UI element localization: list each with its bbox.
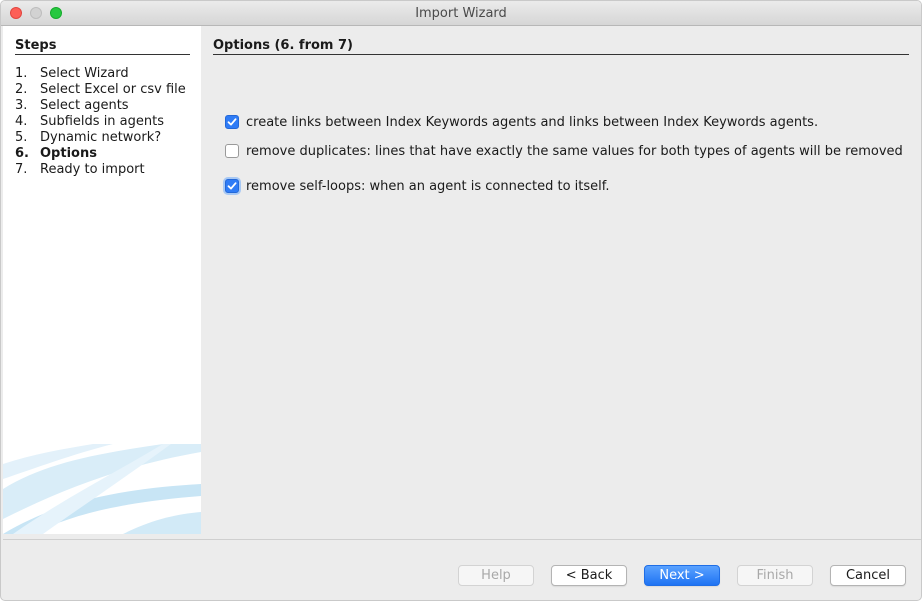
step-item-active: 6. Options <box>15 146 97 161</box>
step-item: 1. Select Wizard <box>15 66 129 81</box>
create-links-checkbox[interactable] <box>225 115 239 129</box>
import-wizard-window: Import Wizard Steps 1. Select Wizard 2. Se… <box>0 0 922 601</box>
back-button[interactable]: < Back <box>551 565 627 586</box>
option-remove-duplicates[interactable]: remove duplicates: lines that have exact… <box>225 142 903 160</box>
remove-self-loops-checkbox[interactable] <box>225 179 239 193</box>
remove-duplicates-label: remove duplicates: lines that have exact… <box>246 143 903 159</box>
steps-list: 1. Select Wizard 2. Select Excel or csv fi… <box>15 66 186 178</box>
remove-duplicates-checkbox[interactable] <box>225 144 239 158</box>
cancel-button[interactable]: Cancel <box>830 565 906 586</box>
option-remove-self-loops[interactable]: remove self-loops: when an agent is conn… <box>225 177 610 195</box>
help-button[interactable]: Help <box>458 565 534 586</box>
step-item: 4. Subfields in agents <box>15 114 165 129</box>
step-item: 2. Select Excel or csv file <box>15 82 186 97</box>
options-heading: Options (6. from 7) <box>213 38 909 55</box>
option-create-links[interactable]: create links between Index Keywords agen… <box>225 113 818 131</box>
next-button[interactable]: Next > <box>644 565 720 586</box>
step-item: 7. Ready to import <box>15 162 145 177</box>
sidebar-swoosh-graphic <box>3 444 201 534</box>
checkmark-icon <box>227 118 237 126</box>
remove-self-loops-label: remove self-loops: when an agent is conn… <box>246 178 610 194</box>
steps-heading: Steps <box>15 38 190 55</box>
step-item: 5. Dynamic network? <box>15 130 162 145</box>
create-links-label: create links between Index Keywords agen… <box>246 114 819 130</box>
checkmark-icon <box>227 182 237 190</box>
window-title: Import Wizard <box>415 6 507 21</box>
finish-button[interactable]: Finish <box>737 565 813 586</box>
step-item: 3. Select agents <box>15 98 129 113</box>
title-bar[interactable]: Import Wizard <box>1 1 921 26</box>
footer-divider <box>3 539 921 540</box>
steps-sidebar: Steps 1. Select Wizard 2. Select Excel or … <box>3 26 201 534</box>
